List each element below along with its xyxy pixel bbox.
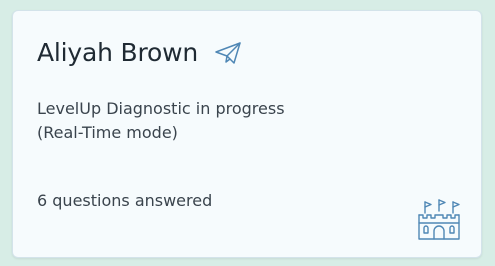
student-card[interactable]: Aliyah Brown LevelUp Diagnostic in progr…	[12, 10, 482, 258]
castle-icon	[415, 197, 463, 243]
status-line-2: (Real-Time mode)	[37, 123, 178, 142]
card-header: Aliyah Brown	[37, 37, 242, 69]
status-line-1: LevelUp Diagnostic in progress	[37, 99, 285, 118]
student-name: Aliyah Brown	[37, 38, 198, 67]
paper-plane-icon[interactable]	[214, 41, 242, 65]
diagnostic-status: LevelUp Diagnostic in progress (Real-Tim…	[37, 97, 285, 145]
questions-answered: 6 questions answered	[37, 191, 213, 210]
